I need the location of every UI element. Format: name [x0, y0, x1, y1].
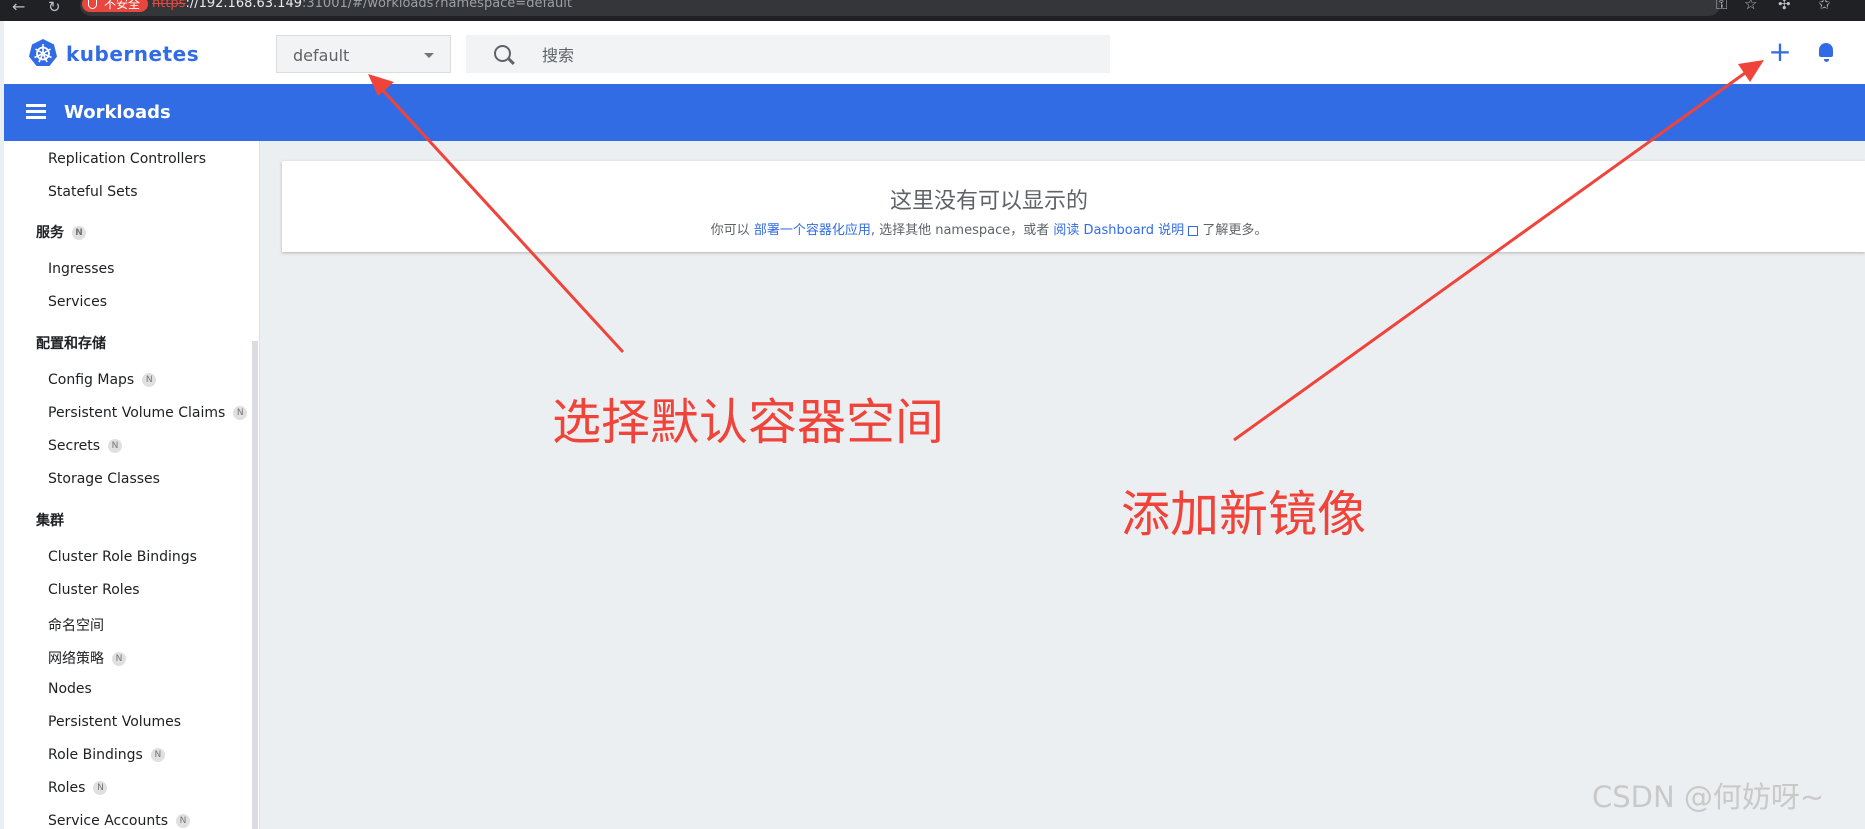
- watermark: CSDN @何妨呀~: [1592, 780, 1825, 814]
- add-button-arrow: [1233, 66, 1753, 442]
- add-button-arrowhead: [1738, 60, 1764, 82]
- annotation-select-namespace: 选择默认容器空间: [552, 394, 945, 451]
- namespace-arrowhead: [368, 74, 394, 96]
- namespace-arrow: [376, 83, 625, 354]
- annotation-add-image: 添加新镜像: [1121, 486, 1367, 543]
